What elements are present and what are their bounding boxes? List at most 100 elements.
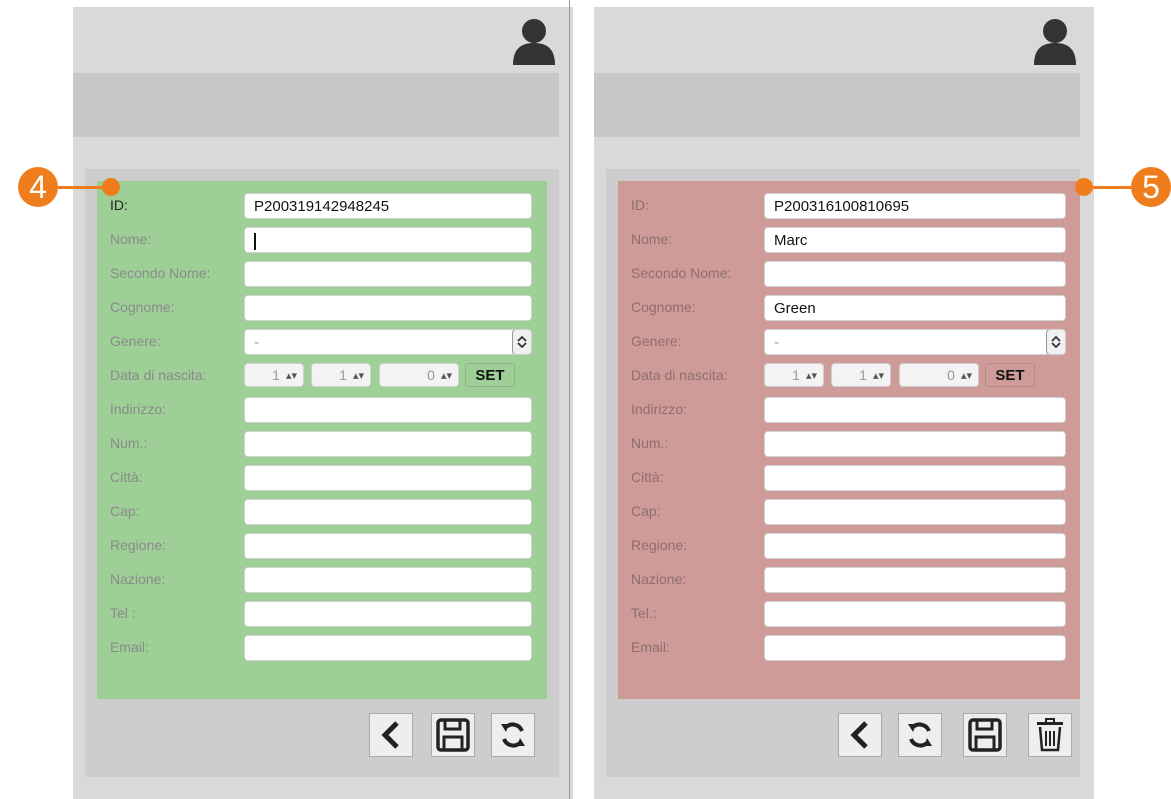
delete-button[interactable]: [1028, 713, 1072, 757]
genere-select[interactable]: -: [764, 329, 1066, 355]
citta-field[interactable]: [764, 465, 1066, 491]
nome-field[interactable]: Marc: [764, 227, 1066, 253]
regione-label: Regione:: [110, 537, 167, 553]
genere-label: Genere:: [110, 333, 161, 349]
person-form: ID: P200316100810695 Nome: Marc Secondo …: [618, 181, 1080, 699]
indirizzo-field[interactable]: [244, 397, 532, 423]
row-cap: Cap:: [97, 497, 547, 525]
data-di-nascita-label: Data di nascita:: [631, 367, 728, 383]
content-area: ID: P200316100810695 Nome: Marc Secondo …: [606, 169, 1080, 777]
annotation-dot: [1075, 178, 1093, 196]
row-citta: Città:: [618, 463, 1080, 491]
email-label: Email:: [631, 639, 670, 655]
spinner-arrows-icon[interactable]: ▴▾: [961, 369, 972, 382]
month-value: 1: [859, 367, 867, 383]
row-nome: Nome: Marc: [618, 225, 1080, 253]
spinner-arrows-icon[interactable]: ▴▾: [441, 369, 452, 382]
spinner-arrows-icon[interactable]: ▴▾: [806, 369, 817, 382]
cap-label: Cap:: [110, 503, 140, 519]
spinner-arrows-icon[interactable]: ▴▾: [873, 369, 884, 382]
row-secondo-nome: Secondo Nome:: [618, 259, 1080, 287]
back-button[interactable]: [369, 713, 413, 757]
cap-field[interactable]: [244, 499, 532, 525]
select-updown-icon[interactable]: [1046, 330, 1065, 354]
indirizzo-label: Indirizzo:: [631, 401, 688, 417]
row-cap: Cap:: [618, 497, 1080, 525]
set-date-button[interactable]: SET: [985, 363, 1035, 387]
id-field[interactable]: P200319142948245: [244, 193, 532, 219]
top-bar: [73, 7, 573, 73]
secondo-nome-field[interactable]: [244, 261, 532, 287]
year-value: 0: [947, 367, 955, 383]
tel-label: Tel :: [110, 605, 136, 621]
row-id: ID: P200319142948245: [97, 191, 547, 219]
row-cognome: Cognome:: [97, 293, 547, 321]
annotation-number: 5: [1131, 167, 1171, 207]
row-genere: Genere: -: [97, 327, 547, 355]
refresh-button[interactable]: [898, 713, 942, 757]
save-icon: [968, 718, 1002, 752]
year-value: 0: [427, 367, 435, 383]
row-regione: Regione:: [618, 531, 1080, 559]
year-spinner[interactable]: 0 ▴▾: [899, 363, 979, 387]
num-field[interactable]: [244, 431, 532, 457]
id-field[interactable]: P200316100810695: [764, 193, 1066, 219]
annotation-number: 4: [18, 167, 58, 207]
email-field[interactable]: [244, 635, 532, 661]
secondo-nome-field[interactable]: [764, 261, 1066, 287]
day-value: 1: [792, 367, 800, 383]
cognome-field[interactable]: [244, 295, 532, 321]
row-citta: Città:: [97, 463, 547, 491]
row-tel: Tel.:: [618, 599, 1080, 627]
trash-icon: [1037, 718, 1063, 752]
id-label: ID:: [631, 197, 649, 213]
email-label: Email:: [110, 639, 149, 655]
cap-field[interactable]: [764, 499, 1066, 525]
tel-field[interactable]: [244, 601, 532, 627]
regione-label: Regione:: [631, 537, 688, 553]
tel-label: Tel.:: [631, 605, 657, 621]
user-icon[interactable]: [511, 17, 557, 65]
annotation-marker-4: 4: [18, 167, 120, 207]
citta-label: Città:: [631, 469, 664, 485]
citta-label: Città:: [110, 469, 143, 485]
sub-header-bar: [594, 73, 1080, 137]
select-updown-icon[interactable]: [512, 330, 531, 354]
cognome-label: Cognome:: [110, 299, 175, 315]
nazione-field[interactable]: [764, 567, 1066, 593]
row-nome: Nome:: [97, 225, 547, 253]
spinner-arrows-icon[interactable]: ▴▾: [286, 369, 297, 382]
row-email: Email:: [97, 633, 547, 661]
day-spinner[interactable]: 1 ▴▾: [244, 363, 304, 387]
citta-field[interactable]: [244, 465, 532, 491]
month-spinner[interactable]: 1 ▴▾: [311, 363, 371, 387]
day-spinner[interactable]: 1 ▴▾: [764, 363, 824, 387]
spinner-arrows-icon[interactable]: ▴▾: [353, 369, 364, 382]
cognome-label: Cognome:: [631, 299, 696, 315]
set-date-button[interactable]: SET: [465, 363, 515, 387]
nazione-field[interactable]: [244, 567, 532, 593]
cognome-field[interactable]: Green: [764, 295, 1066, 321]
save-button[interactable]: [431, 713, 475, 757]
nome-field[interactable]: [244, 227, 532, 253]
year-spinner[interactable]: 0 ▴▾: [379, 363, 459, 387]
genere-select[interactable]: -: [244, 329, 532, 355]
tel-field[interactable]: [764, 601, 1066, 627]
refresh-button[interactable]: [491, 713, 535, 757]
row-num: Num.:: [618, 429, 1080, 457]
user-icon[interactable]: [1032, 17, 1078, 65]
back-icon: [381, 721, 399, 749]
row-secondo-nome: Secondo Nome:: [97, 259, 547, 287]
num-field[interactable]: [764, 431, 1066, 457]
back-button[interactable]: [838, 713, 882, 757]
save-icon: [436, 718, 470, 752]
regione-field[interactable]: [244, 533, 532, 559]
email-field[interactable]: [764, 635, 1066, 661]
row-indirizzo: Indirizzo:: [97, 395, 547, 423]
indirizzo-field[interactable]: [764, 397, 1066, 423]
save-button[interactable]: [963, 713, 1007, 757]
regione-field[interactable]: [764, 533, 1066, 559]
month-spinner[interactable]: 1 ▴▾: [831, 363, 891, 387]
secondo-nome-label: Secondo Nome:: [631, 265, 732, 281]
top-bar: [594, 7, 1094, 73]
